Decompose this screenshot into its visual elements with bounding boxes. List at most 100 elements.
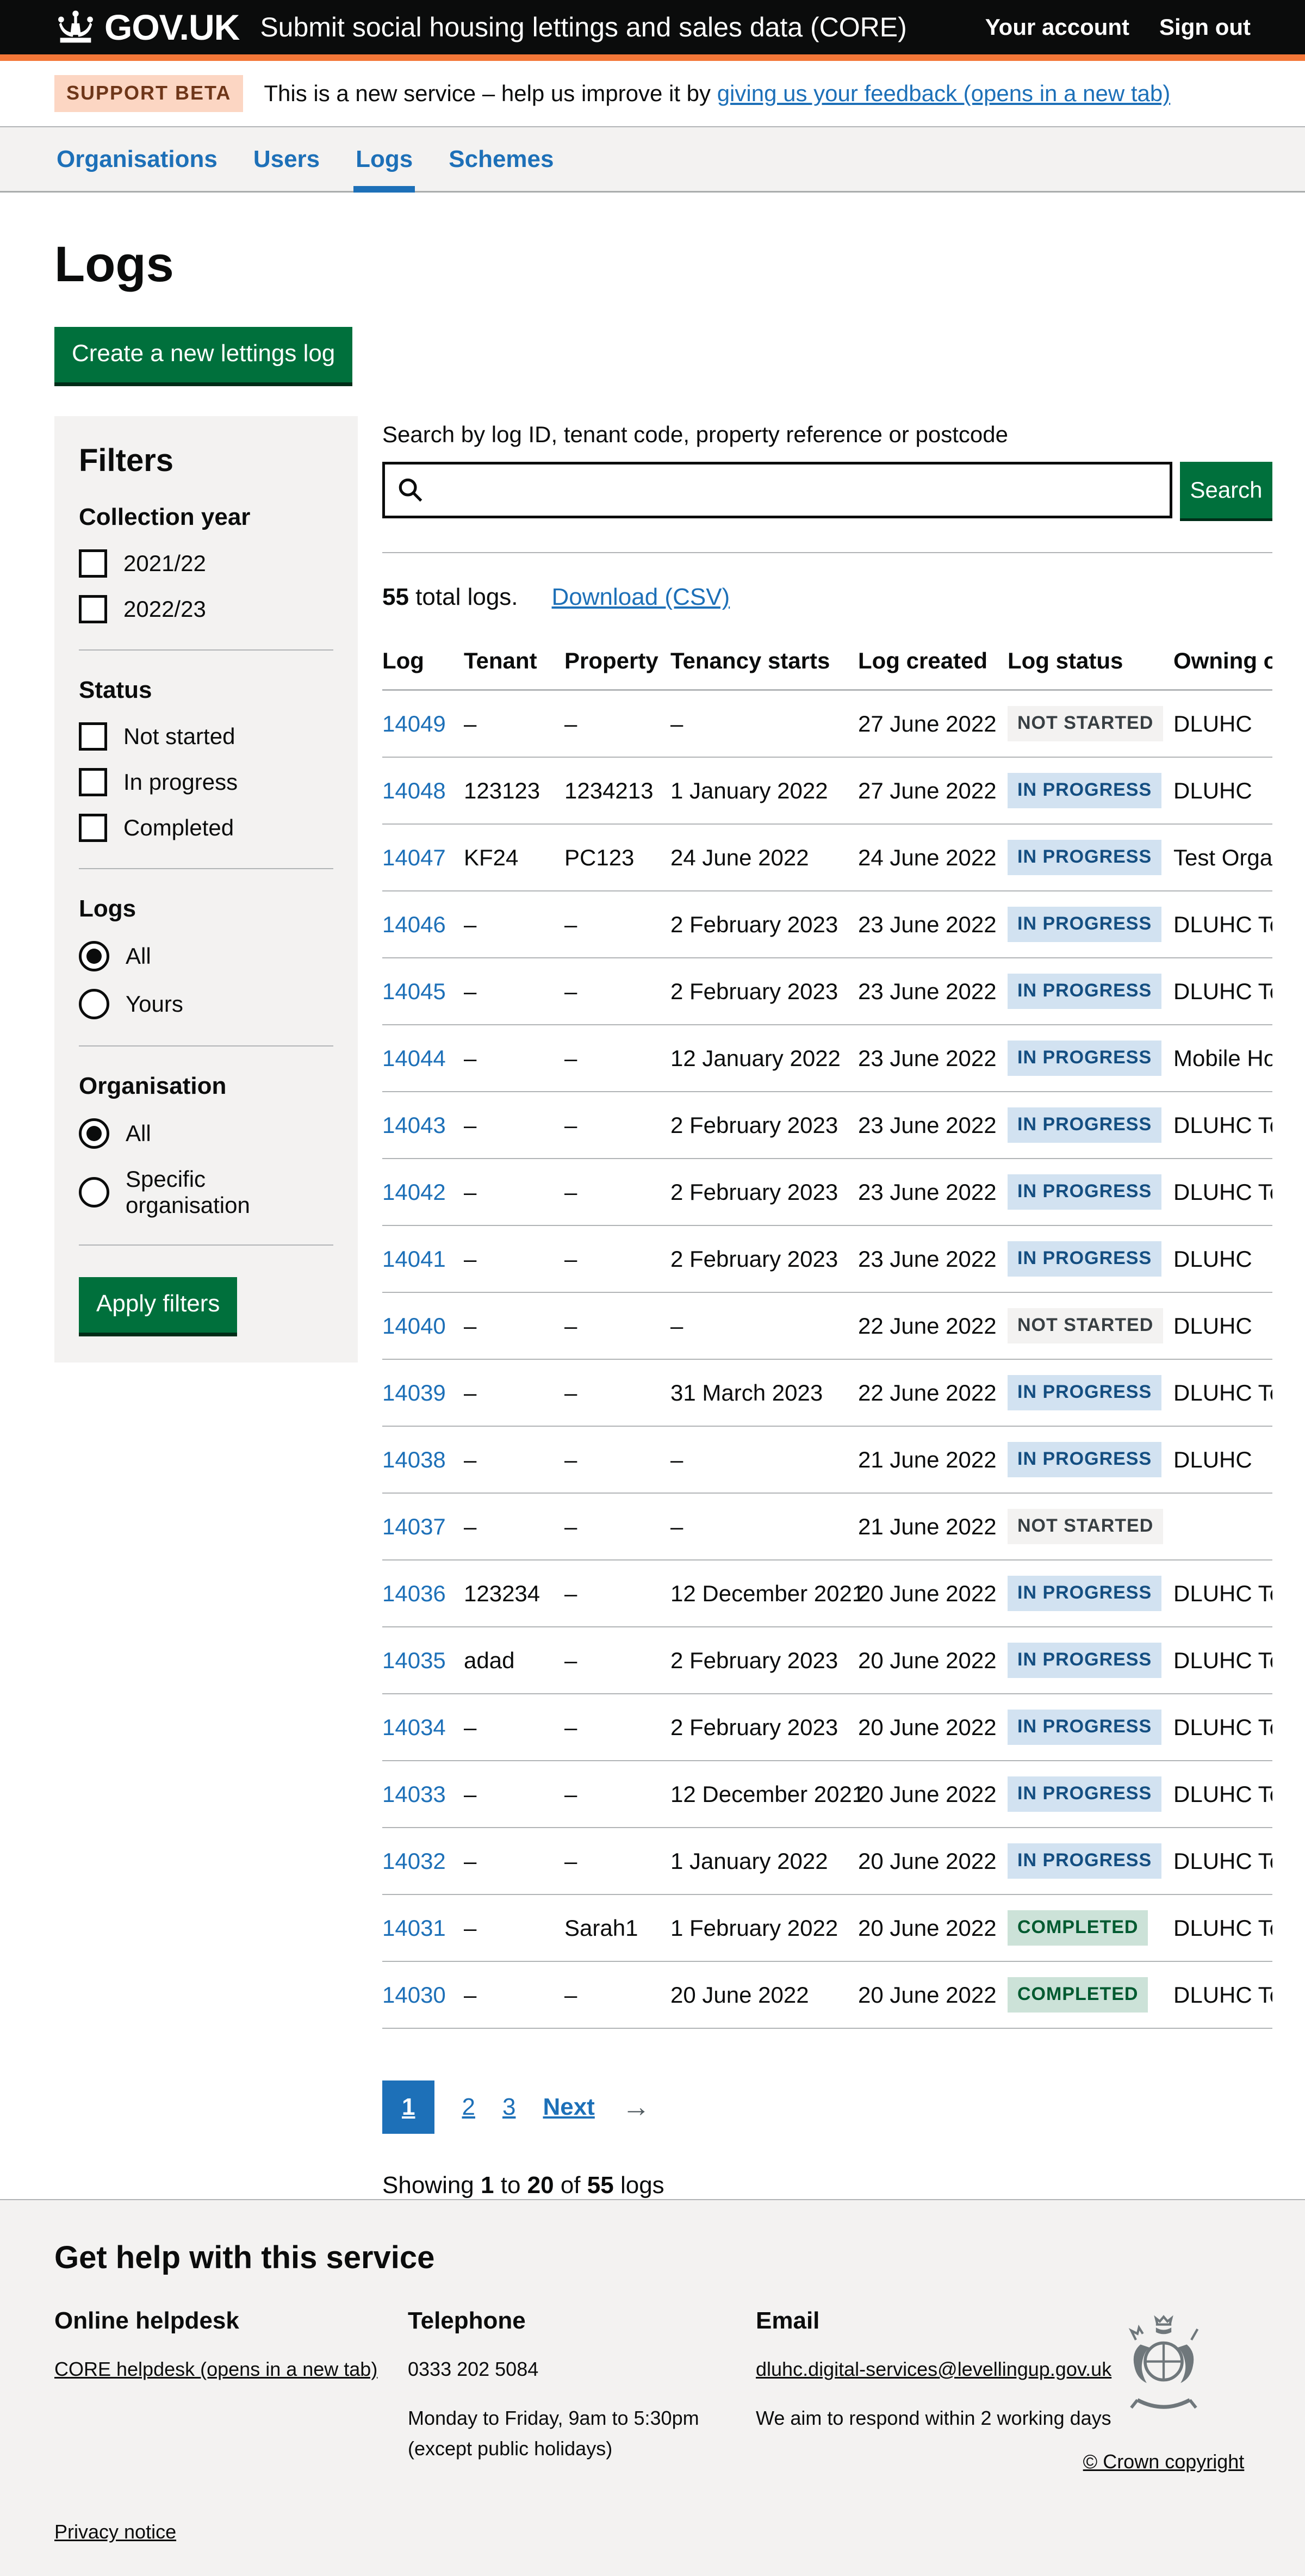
search-input[interactable] <box>382 462 1172 518</box>
log-id-link[interactable]: 14038 <box>382 1447 446 1472</box>
log-id-link[interactable]: 14040 <box>382 1313 446 1339</box>
search-button[interactable]: Search <box>1180 462 1272 518</box>
log-id-link[interactable]: 14032 <box>382 1848 446 1874</box>
cell-log-status: NOT STARTED <box>1008 690 1173 758</box>
log-id-link[interactable]: 14034 <box>382 1714 446 1740</box>
summary-prefix: Showing <box>382 2172 481 2199</box>
cell-log-created: 21 June 2022 <box>858 1493 1008 1560</box>
status-badge: COMPLETED <box>1008 1977 1148 2013</box>
log-id-link[interactable]: 14031 <box>382 1915 446 1941</box>
cell-tenant: – <box>464 1894 564 1961</box>
cell-log-created: 20 June 2022 <box>858 1560 1008 1627</box>
cell-owning-organisation: DLUHC Test <box>1173 1092 1272 1159</box>
log-id-link[interactable]: 14049 <box>382 711 446 736</box>
checkbox-in-progress[interactable] <box>79 768 107 796</box>
download-csv-link[interactable]: Download (CSV) <box>552 584 730 610</box>
filter-heading-collection-year: Collection year <box>79 504 333 531</box>
cell-property: – <box>564 690 670 758</box>
cell-log-status: IN PROGRESS <box>1008 1359 1173 1426</box>
nav-tab-logs[interactable]: Logs <box>353 127 415 193</box>
service-name-link[interactable]: Submit social housing lettings and sales… <box>260 11 906 43</box>
status-badge: IN PROGRESS <box>1008 840 1161 875</box>
checkbox-not-started[interactable] <box>79 722 107 751</box>
checkbox-2021-22[interactable] <box>79 549 107 578</box>
table-row: 14047KF24PC12324 June 202224 June 2022IN… <box>382 824 1272 891</box>
log-id-link[interactable]: 14041 <box>382 1246 446 1272</box>
sign-out-link[interactable]: Sign out <box>1159 14 1251 40</box>
filter-option[interactable]: Not started <box>79 722 333 751</box>
cell-property: – <box>564 1560 670 1627</box>
next-arrow-icon[interactable]: → <box>622 2091 650 2123</box>
filter-option[interactable]: Yours <box>79 989 333 1019</box>
cell-tenant: – <box>464 1092 564 1159</box>
log-id-link[interactable]: 14043 <box>382 1112 446 1138</box>
filter-option[interactable]: In progress <box>79 768 333 796</box>
your-account-link[interactable]: Your account <box>985 14 1129 40</box>
nav-tab-organisations[interactable]: Organisations <box>54 127 220 193</box>
search-box <box>382 462 1172 518</box>
log-id-link[interactable]: 14037 <box>382 1514 446 1539</box>
crown-copyright-link[interactable]: © Crown copyright <box>1083 2450 1245 2473</box>
cell-property: – <box>564 1225 670 1292</box>
cell-property: – <box>564 1292 670 1359</box>
cell-property: – <box>564 1761 670 1828</box>
log-id-link[interactable]: 14046 <box>382 912 446 937</box>
cell-log-status: IN PROGRESS <box>1008 1426 1173 1493</box>
log-id-link[interactable]: 14035 <box>382 1648 446 1673</box>
radio-all[interactable] <box>79 1118 109 1149</box>
header-logo[interactable]: GOV.UK Submit social housing lettings an… <box>54 7 907 48</box>
table-row: 14044––12 January 202223 June 2022IN PRO… <box>382 1025 1272 1092</box>
privacy-notice-link[interactable]: Privacy notice <box>54 2521 176 2543</box>
log-id-link[interactable]: 14042 <box>382 1179 446 1205</box>
page-2[interactable]: 2 <box>462 2094 475 2121</box>
phase-banner-message: This is a new service – help us improve … <box>264 81 717 106</box>
footer-link-email[interactable]: dluhc.digital-services@levellingup.gov.u… <box>756 2358 1111 2380</box>
checkbox-completed[interactable] <box>79 814 107 842</box>
filter-option[interactable]: All <box>79 941 333 971</box>
filter-option[interactable]: 2022/23 <box>79 595 333 623</box>
log-id-link[interactable]: 14036 <box>382 1581 446 1606</box>
cell-log-created: 24 June 2022 <box>858 824 1008 891</box>
filter-groups: Collection year2021/222022/23StatusNot s… <box>79 504 333 1246</box>
create-lettings-log-button[interactable]: Create a new lettings log <box>54 327 352 382</box>
table-row: 14031–Sarah11 February 202220 June 2022C… <box>382 1894 1272 1961</box>
cell-tenant: – <box>464 1292 564 1359</box>
filter-option[interactable]: All <box>79 1118 333 1149</box>
radio-yours[interactable] <box>79 989 109 1019</box>
radio-all[interactable] <box>79 941 109 971</box>
cell-tenant: – <box>464 1493 564 1560</box>
cell-log-status: IN PROGRESS <box>1008 1225 1173 1292</box>
cell-log-status: IN PROGRESS <box>1008 824 1173 891</box>
footer-link-online-helpdesk[interactable]: CORE helpdesk (opens in a new tab) <box>54 2358 377 2380</box>
page-1[interactable]: 1 <box>382 2080 434 2134</box>
filter-option[interactable]: Completed <box>79 814 333 842</box>
log-id-link[interactable]: 14033 <box>382 1781 446 1807</box>
checkbox-2022-23[interactable] <box>79 595 107 623</box>
cell-tenancy-starts: 1 January 2022 <box>670 1828 858 1894</box>
summary-mid: to <box>494 2172 527 2199</box>
log-id-link[interactable]: 14047 <box>382 845 446 870</box>
nav-tab-users[interactable]: Users <box>251 127 322 193</box>
next-page-link[interactable]: Next <box>543 2094 594 2121</box>
table-row: 1404812312312342131 January 202227 June … <box>382 757 1272 824</box>
feedback-link[interactable]: giving us your feedback (opens in a new … <box>717 81 1171 106</box>
cell-owning-organisation: Test Organisa <box>1173 824 1272 891</box>
cell-tenant: – <box>464 1225 564 1292</box>
apply-filters-button[interactable]: Apply filters <box>79 1277 237 1333</box>
log-id-link[interactable]: 14039 <box>382 1380 446 1405</box>
filter-option[interactable]: Specific organisation <box>79 1166 333 1218</box>
log-id-link[interactable]: 14030 <box>382 1982 446 2008</box>
cell-owning-organisation: DLUHC Test <box>1173 1761 1272 1828</box>
footer-text-line: Monday to Friday, 9am to 5:30pm <box>408 2403 756 2433</box>
filter-option[interactable]: 2021/22 <box>79 549 333 578</box>
log-id-link[interactable]: 14044 <box>382 1045 446 1071</box>
page-3[interactable]: 3 <box>502 2094 515 2121</box>
radio-specific-organisation[interactable] <box>79 1177 109 1208</box>
cell-log-status: IN PROGRESS <box>1008 1627 1173 1694</box>
summary-of: of <box>554 2172 587 2199</box>
log-id-link[interactable]: 14048 <box>382 778 446 803</box>
cell-owning-organisation: DLUHC Test <box>1173 891 1272 958</box>
nav-tab-schemes[interactable]: Schemes <box>446 127 556 193</box>
log-id-link[interactable]: 14045 <box>382 979 446 1004</box>
table-row: 14038–––21 June 2022IN PROGRESSDLUHC <box>382 1426 1272 1493</box>
